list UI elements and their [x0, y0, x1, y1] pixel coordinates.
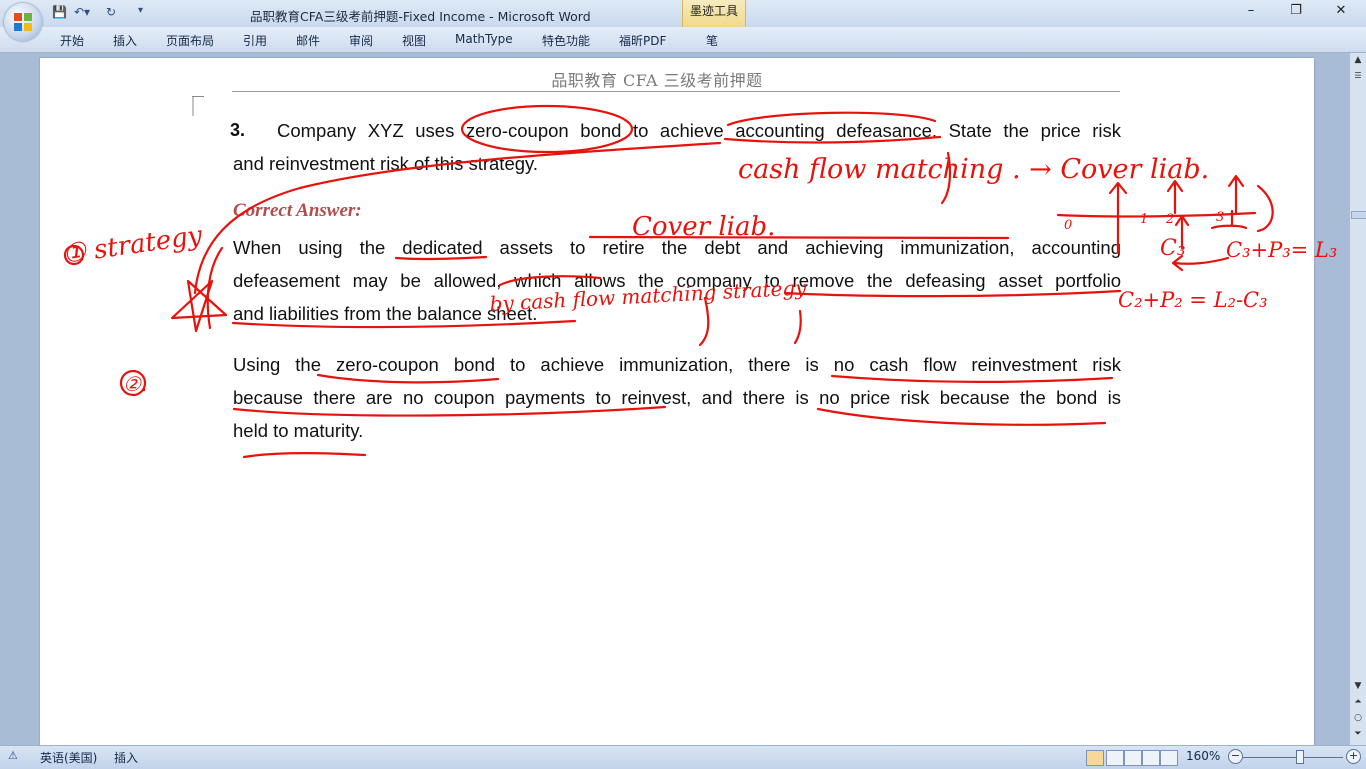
corner-mark-left [192, 96, 204, 116]
header-divider [232, 91, 1120, 92]
document-workspace: 品职教育 CFA 三级考前押题 3. Company XYZ uses zero… [0, 53, 1349, 745]
next-page-icon[interactable]: ⏷ [1351, 727, 1365, 741]
close-button[interactable]: ✕ [1329, 3, 1353, 21]
tab-foxit-pdf[interactable]: 福昕PDF [619, 32, 666, 49]
window-title: 品职教育CFA三级考前押题-Fixed Income - Microsoft W… [250, 9, 591, 24]
status-bar: ⚠ 英语(美国) 插入 160% − + [0, 745, 1366, 769]
tab-page-layout[interactable]: 页面布局 [166, 32, 214, 49]
ribbon-tab-bar: 开始 插入 页面布局 引用 邮件 审阅 视图 MathType 特色功能 福昕P… [0, 27, 1366, 72]
outline-view-button[interactable] [1142, 750, 1160, 766]
question-line-2: and reinvestment risk of this strategy. [233, 153, 539, 174]
redo-icon[interactable]: ↻ [106, 5, 116, 19]
title-bar: 💾 ↶▾ ↻ ▾ 品职教育CFA三级考前押题-Fixed Income - Mi… [0, 0, 1366, 27]
tab-view[interactable]: 视图 [402, 32, 426, 49]
tab-review[interactable]: 审阅 [349, 32, 373, 49]
zoom-in-icon[interactable]: + [1346, 749, 1361, 764]
tab-pen[interactable]: 笔 [706, 32, 718, 49]
paragraph2-line-2: because there are no coupon payments to … [233, 387, 1121, 408]
browse-object-icon[interactable]: ○ [1351, 711, 1365, 725]
scroll-thumb[interactable] [1351, 211, 1366, 219]
spelling-status-icon[interactable]: ⚠ [8, 749, 18, 762]
paragraph1-line-2: defeasement may be allowed, which allows… [233, 270, 1121, 291]
tab-mailings[interactable]: 邮件 [296, 32, 320, 49]
paragraph1-line-1: When using the dedicated assets to retir… [233, 237, 1121, 258]
tab-special-features[interactable]: 特色功能 [542, 32, 590, 49]
page-header: 品职教育 CFA 三级考前押题 [551, 71, 763, 90]
scroll-down-icon[interactable]: ▼ [1351, 679, 1365, 693]
draft-view-button[interactable] [1160, 750, 1178, 766]
question-line-1: Company XYZ uses zero-coupon bond to ach… [277, 120, 1121, 141]
full-screen-reading-view-button[interactable] [1106, 750, 1124, 766]
tab-mathtype[interactable]: MathType [455, 32, 513, 46]
zoom-level[interactable]: 160% [1186, 749, 1220, 763]
paragraph1-line-3: and liabilities from the balance sheet. [233, 303, 538, 324]
vertical-scrollbar[interactable]: ▲ ☰ ▼ ⏶ ○ ⏷ [1349, 53, 1366, 745]
tab-insert[interactable]: 插入 [113, 32, 137, 49]
print-layout-view-button[interactable] [1086, 750, 1104, 766]
status-language[interactable]: 英语(美国) [40, 749, 97, 766]
paragraph2-line-1: Using the zero-coupon bond to achieve im… [233, 354, 1121, 375]
undo-icon[interactable]: ↶▾ [74, 5, 90, 19]
answer-heading: Correct Answer: [233, 200, 362, 221]
web-layout-view-button[interactable] [1124, 750, 1142, 766]
office-button[interactable] [4, 3, 42, 41]
ruler-toggle-icon[interactable]: ☰ [1351, 69, 1365, 83]
zoom-out-icon[interactable]: − [1228, 749, 1243, 764]
status-insert-mode[interactable]: 插入 [114, 749, 138, 766]
ink-tools-contextual-tab[interactable]: 墨迹工具 [682, 0, 746, 27]
scroll-up-icon[interactable]: ▲ [1351, 53, 1365, 67]
zoom-slider[interactable] [1243, 757, 1343, 758]
minimize-button[interactable]: – [1239, 3, 1263, 21]
tab-references[interactable]: 引用 [243, 32, 267, 49]
previous-page-icon[interactable]: ⏶ [1351, 695, 1365, 709]
document-page[interactable]: 品职教育 CFA 三级考前押题 3. Company XYZ uses zero… [40, 58, 1314, 745]
restore-button[interactable]: ❐ [1284, 3, 1308, 21]
save-icon[interactable]: 💾 [52, 5, 67, 19]
question-number: 3. [230, 120, 246, 140]
customize-qat-icon[interactable]: ▾ [138, 5, 143, 16]
paragraph2-line-3: held to maturity. [233, 420, 364, 441]
zoom-slider-knob[interactable] [1296, 750, 1304, 764]
tab-home[interactable]: 开始 [60, 32, 84, 49]
office-logo-icon [14, 13, 32, 31]
